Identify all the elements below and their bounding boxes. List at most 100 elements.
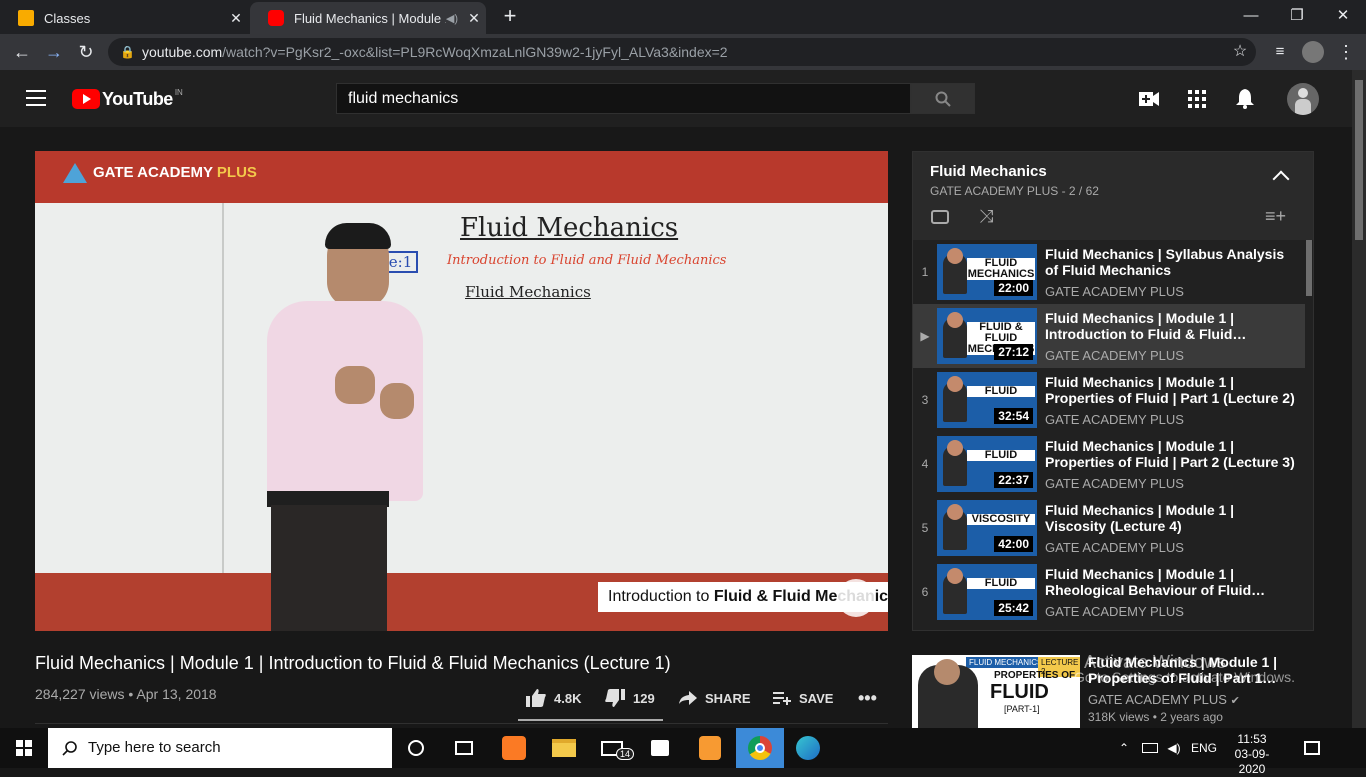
upnext-thumbnail[interactable]: FLUID MECHANICS LECTURE 2 PROPERTIES OF … — [912, 655, 1080, 728]
edge-icon[interactable] — [784, 728, 832, 768]
duration-badge: 22:00 — [994, 280, 1033, 296]
tab-title: Fluid Mechanics | Module 1 | — [294, 10, 446, 26]
file-explorer-icon[interactable] — [540, 728, 588, 768]
playlist-item[interactable]: ▶ FLUID & FLUID MECHANICS27:12Fluid Mecha… — [913, 304, 1305, 368]
brand-triangle-icon — [63, 163, 87, 183]
restore-button[interactable]: ❐ — [1274, 4, 1320, 28]
search-button[interactable] — [911, 83, 975, 114]
forward-icon[interactable]: → — [42, 40, 66, 64]
dislike-button[interactable]: 129 — [605, 688, 655, 708]
account-avatar[interactable] — [1287, 83, 1319, 115]
playlist-title[interactable]: Fluid Mechanics — [930, 163, 1047, 180]
playlist-item-thumbnail[interactable]: FLUID & FLUID MECHANICS27:12 — [937, 308, 1037, 364]
new-tab-button[interactable]: + — [498, 4, 522, 28]
menu-icon[interactable]: ⋮ — [1334, 40, 1358, 64]
thumbnail-text: FLUID — [967, 578, 1035, 589]
playlist-item[interactable]: 4 FLUID 22:37 Fluid Mechanics | Module 1 | … — [913, 432, 1305, 496]
playlist-item-channel: GATE ACADEMY PLUS — [1045, 540, 1184, 555]
dislike-count: 129 — [633, 690, 655, 706]
save-button[interactable]: SAVE — [773, 688, 833, 708]
playlist-item-title: Fluid Mechanics | Module 1 | Properties … — [1045, 374, 1295, 406]
start-button[interactable] — [0, 728, 48, 768]
playlist-item-thumbnail[interactable]: VISCOSITY 42:00 — [937, 500, 1037, 556]
playlist-item[interactable]: 1 FLUID MECHANICS 22:00 Fluid Mechanics | S… — [913, 240, 1305, 304]
close-window-button[interactable]: ✕ — [1320, 4, 1366, 28]
playlist-item-index: ▶ — [920, 329, 930, 343]
playlist-panel: Fluid Mechanics GATE ACADEMY PLUS - 2 / … — [912, 151, 1314, 631]
presenter-head — [947, 376, 963, 392]
battery-icon[interactable] — [1138, 728, 1162, 768]
board-subheading: Introduction to Fluid and Fluid Mechanic… — [447, 253, 727, 268]
playlist-item-thumbnail[interactable]: FLUID 25:42 — [937, 564, 1037, 620]
youtube-logo[interactable]: YouTube IN — [72, 88, 183, 110]
action-center-icon[interactable] — [1290, 728, 1334, 768]
address-bar[interactable]: 🔒 youtube.com/watch?v=PgKsr2_-oxc&list=P… — [108, 38, 1256, 66]
playlist-item-thumbnail[interactable]: FLUID 32:54 — [937, 372, 1037, 428]
upnext-thumb-label: FLUID MECHANICS — [966, 657, 1046, 668]
loop-icon[interactable] — [931, 210, 949, 224]
playlist-item[interactable]: 5 VISCOSITY 42:00 Fluid Mechanics | Module … — [913, 496, 1305, 560]
video-player[interactable]: GATE ACADEMY PLUS Fluid Mechanics Introd… — [35, 151, 888, 631]
video-view-date: 284,227 views • Apr 13, 2018 — [35, 686, 217, 702]
share-button[interactable]: SHARE — [679, 688, 751, 708]
show-hidden-icons[interactable]: ⌃ — [1112, 728, 1136, 768]
playlist-item-index: 5 — [921, 521, 929, 535]
language-indicator[interactable]: ENG — [1186, 728, 1222, 768]
channel-corner-logo[interactable] — [837, 579, 875, 617]
upnext-meta: 318K views • 2 years ago — [1088, 710, 1223, 724]
tab-fluid-mechanics[interactable]: Fluid Mechanics | Module 1 | ◀) ✕ — [250, 2, 486, 34]
playlist-item-thumbnail[interactable]: FLUID 22:37 — [937, 436, 1037, 492]
media-control-icon[interactable]: ≡ — [1268, 40, 1292, 64]
search-input[interactable]: fluid mechanics — [336, 83, 911, 114]
url-domain: youtube.com — [142, 44, 223, 60]
activate-windows-watermark: Activate Windows Go to Settings to activa… — [1074, 652, 1295, 685]
sublime-text-icon[interactable] — [686, 728, 734, 768]
brand-plus: PLUS — [216, 163, 257, 181]
audio-playing-icon[interactable]: ◀) — [446, 12, 458, 25]
presenter-head — [947, 248, 963, 264]
playlist-item-channel: GATE ACADEMY PLUS — [1045, 284, 1184, 299]
shuffle-icon[interactable]: ⤨ — [979, 206, 993, 227]
playlist-item-thumbnail[interactable]: FLUID MECHANICS 22:00 — [937, 244, 1037, 300]
playlist-item[interactable]: 3 FLUID 32:54 Fluid Mechanics | Module 1 | … — [913, 368, 1305, 432]
page-scrollbar[interactable] — [1352, 70, 1366, 728]
thumbnail-text: FLUID — [967, 450, 1035, 461]
volume-icon[interactable]: ◀) — [1162, 728, 1186, 768]
apps-grid-icon[interactable] — [1188, 90, 1206, 108]
back-icon[interactable]: ← — [10, 40, 34, 64]
notifications-bell-icon[interactable] — [1236, 89, 1254, 109]
chrome-icon[interactable] — [736, 728, 784, 768]
store-icon[interactable] — [636, 728, 684, 768]
system-clock[interactable]: 11:53 03-09-2020 — [1224, 732, 1280, 777]
create-video-icon[interactable] — [1139, 92, 1159, 106]
brand-main: GATE ACADEMY — [93, 163, 213, 181]
taskbar-search[interactable]: Type here to search — [48, 728, 392, 768]
reload-icon[interactable]: ↻ — [74, 40, 98, 64]
watermark-line1: Activate Windows — [1084, 652, 1227, 672]
video-title: Fluid Mechanics | Module 1 | Introductio… — [35, 653, 671, 673]
playlist-scrollbar[interactable] — [1306, 240, 1312, 296]
like-button[interactable]: 4.8K — [526, 688, 581, 708]
search-icon — [935, 91, 951, 107]
hamburger-menu-icon[interactable] — [26, 90, 46, 106]
collapse-chevron-icon[interactable] — [1272, 170, 1290, 188]
xampp-icon[interactable] — [490, 728, 538, 768]
cortana-icon[interactable] — [392, 728, 440, 768]
presenter-head — [947, 504, 963, 520]
profile-avatar[interactable] — [1302, 41, 1324, 63]
close-tab-icon[interactable]: ✕ — [462, 10, 486, 27]
tab-classes[interactable]: Classes ✕ — [0, 2, 248, 34]
upnext-channel[interactable]: GATE ACADEMY PLUS ✔ — [1088, 692, 1240, 707]
playlist-item[interactable]: 6 FLUID 25:42 Fluid Mechanics | Module 1 | … — [913, 560, 1305, 624]
playlist-item-channel: GATE ACADEMY PLUS — [1045, 412, 1184, 427]
save-playlist-icon[interactable]: ≡+ — [1265, 206, 1286, 227]
more-actions-icon[interactable]: ••• — [858, 688, 877, 708]
task-view-icon[interactable] — [440, 728, 488, 768]
minimize-button[interactable]: — — [1228, 4, 1274, 28]
clock-date: 03-09-2020 — [1234, 747, 1270, 776]
mail-icon[interactable]: 14 — [588, 728, 636, 768]
playlist-item-index: 6 — [921, 585, 929, 599]
close-tab-icon[interactable]: ✕ — [224, 10, 248, 27]
playlist-item-title: Fluid Mechanics | Module 1 | Properties … — [1045, 438, 1295, 470]
bookmark-star-icon[interactable]: ☆ — [1228, 40, 1252, 64]
